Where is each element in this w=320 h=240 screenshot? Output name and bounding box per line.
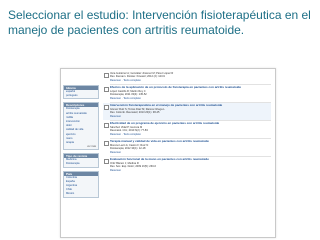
- filter-box-journal-type: Tipo de revista Medicina Fisioterapia: [63, 153, 99, 168]
- select-checkbox[interactable]: [104, 105, 109, 111]
- list-item: Terapia manual y calidad de vida en paci…: [103, 139, 271, 156]
- abstract-link[interactable]: Resumen: [110, 151, 271, 154]
- slide-title: Seleccionar el estudio: Intervención fis…: [8, 8, 311, 37]
- list-item: Efectos de la aplicación de un protocolo…: [103, 85, 271, 102]
- filter-box-descriptors: Descriptores Fisioterapia artritis reuma…: [63, 102, 99, 151]
- select-checkbox[interactable]: [104, 87, 109, 93]
- select-checkbox[interactable]: [104, 73, 109, 78]
- abstract-link[interactable]: Resumen · Texto completo: [110, 97, 271, 100]
- results-list: Vera Gutiérrez A; González Jiménez M; Pé…: [103, 71, 271, 174]
- filter-box-language: Idioma español portugués: [63, 85, 99, 100]
- abstract-link[interactable]: Resumen: [110, 115, 271, 118]
- select-checkbox[interactable]: [104, 159, 109, 165]
- filter-item[interactable]: México: [64, 192, 98, 196]
- select-checkbox[interactable]: [104, 123, 109, 129]
- see-more-link[interactable]: ver más: [64, 145, 98, 149]
- list-item-selected: Intervención fisioterapéutica en el mane…: [103, 103, 271, 121]
- list-item: Efectividad de un programa de ejercicio …: [103, 121, 271, 138]
- filter-box-country: País Colombia España Argentina Chile Méx…: [63, 170, 99, 198]
- select-checkbox[interactable]: [104, 141, 109, 147]
- abstract-link[interactable]: Resumen · Texto completo: [110, 79, 271, 82]
- database-search-screenshot: Idioma español portugués Descriptores Fi…: [60, 68, 276, 238]
- filter-item[interactable]: Fisioterapia: [64, 162, 98, 166]
- filter-item[interactable]: portugués: [64, 94, 98, 98]
- filter-sidebar: Idioma español portugués Descriptores Fi…: [63, 85, 99, 201]
- list-item: Evaluación funcional de la mano en pacie…: [103, 157, 271, 174]
- abstract-link[interactable]: Resumen: [110, 169, 271, 172]
- abstract-link[interactable]: Resumen · Texto completo: [110, 133, 271, 136]
- list-item: Vera Gutiérrez A; González Jiménez M; Pé…: [103, 71, 271, 84]
